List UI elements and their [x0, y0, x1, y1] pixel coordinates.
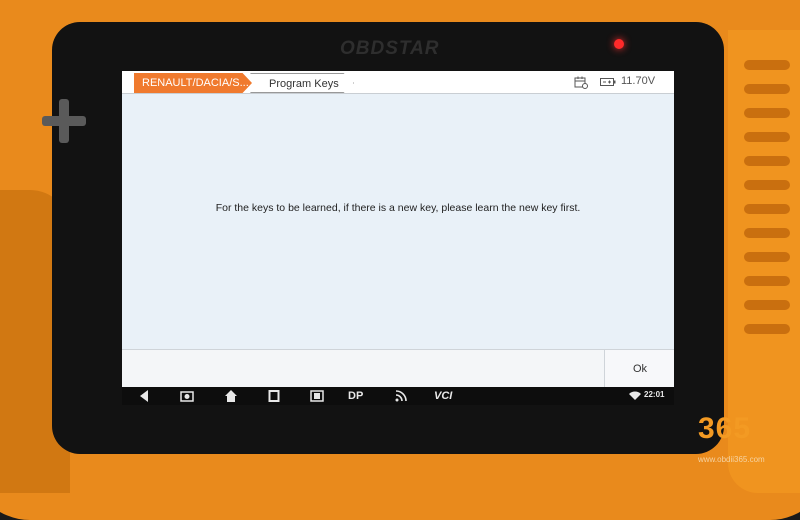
grip-rib [744, 108, 790, 118]
back-icon[interactable] [138, 389, 150, 403]
grip-rib [744, 84, 790, 94]
breadcrumb-vehicle[interactable]: RENAULT/DACIA/S... [134, 73, 252, 93]
grip-rib [744, 276, 790, 286]
android-nav-bar: DP VCI 22:01 [122, 387, 674, 405]
brand-logo: OBDSTAR [340, 38, 440, 59]
screenshot-icon[interactable] [180, 389, 194, 403]
signal-app-icon[interactable] [394, 389, 408, 403]
diagnostic-app-icon[interactable] [310, 389, 324, 403]
status-time: 22:01 [644, 390, 665, 399]
grip-rib [744, 300, 790, 310]
calendar-icon[interactable] [574, 76, 588, 89]
top-bar: RENAULT/DACIA/S... Program Keys 11.70V [122, 71, 674, 94]
breadcrumb-program-keys[interactable]: Program Keys [250, 73, 354, 93]
dialog-message: For the keys to be learned, if there is … [215, 202, 581, 214]
dialog-button-bar: Ok [122, 349, 674, 387]
watermark-logo: 365 [698, 412, 780, 452]
vci-app-icon[interactable]: VCI [434, 389, 452, 403]
watermark-number: 365 [698, 412, 752, 445]
grip-rib [744, 180, 790, 190]
grip-rib [744, 204, 790, 214]
dp-app-icon[interactable]: DP [348, 389, 363, 403]
ok-button[interactable]: Ok [604, 350, 674, 387]
dpad-icon-vertical[interactable] [59, 99, 69, 143]
watermark-url: www.obdii365.com [698, 455, 765, 464]
grip-rib [744, 60, 790, 70]
grip-rib [744, 324, 790, 334]
wifi-icon [629, 391, 641, 400]
grip-rib [744, 252, 790, 262]
grip-rib [744, 228, 790, 238]
battery-voltage: 11.70V [621, 75, 656, 87]
app-screen: RENAULT/DACIA/S... Program Keys 11.70V F… [122, 71, 674, 387]
grip-rib [744, 132, 790, 142]
grip-rib [744, 156, 790, 166]
home-icon[interactable] [224, 389, 238, 403]
power-led [614, 39, 624, 49]
recent-apps-icon[interactable] [268, 389, 280, 403]
battery-icon [600, 78, 616, 86]
dialog-content: For the keys to be learned, if there is … [122, 94, 674, 349]
